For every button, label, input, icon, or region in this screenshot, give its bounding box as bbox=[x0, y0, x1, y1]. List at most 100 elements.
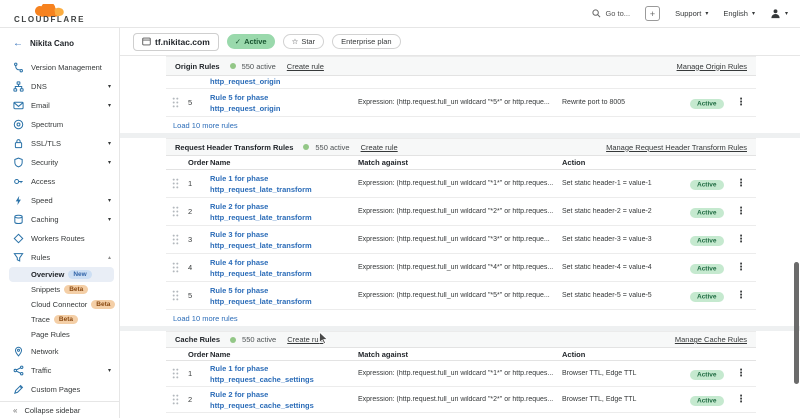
database-icon bbox=[12, 214, 24, 226]
chevron-down-icon: ▾ bbox=[108, 140, 111, 147]
drag-handle-icon[interactable] bbox=[172, 262, 188, 273]
load-more-link[interactable]: Load 10 more rules bbox=[173, 121, 238, 130]
drag-handle-icon[interactable] bbox=[172, 206, 188, 217]
sidebar-item-caching[interactable]: Caching ▾ bbox=[0, 210, 119, 229]
kebab-menu-icon[interactable]: ⋮ bbox=[736, 262, 748, 273]
sidebar-item-rules[interactable]: Rules ▾ bbox=[0, 248, 119, 267]
sidebar-item-spectrum[interactable]: Spectrum bbox=[0, 115, 119, 134]
chevron-down-icon: ▾ bbox=[752, 10, 755, 17]
sidebar-item-trace[interactable]: Trace Beta bbox=[0, 312, 119, 327]
star-icon: ☆ bbox=[292, 37, 299, 46]
column-name: Name bbox=[210, 350, 358, 359]
rule-match-expression: Expression: (http.request.full_uri wildc… bbox=[358, 236, 562, 243]
collapse-icon: « bbox=[13, 406, 17, 415]
rule-action: Browser TTL, Edge TTL bbox=[562, 396, 690, 403]
rule-match-expression: Expression: (http.request.full_uri wildc… bbox=[358, 370, 562, 377]
drag-handle-icon[interactable] bbox=[172, 234, 188, 245]
plan-label: Enterprise plan bbox=[341, 37, 391, 46]
kebab-menu-icon[interactable]: ⋮ bbox=[736, 290, 748, 301]
rule-name-link[interactable]: Rule 2 for phase http_request_cache_sett… bbox=[210, 389, 358, 411]
location-pin-icon bbox=[12, 346, 24, 358]
global-search[interactable]: Go to... bbox=[592, 9, 630, 18]
sidebar-item-ssl-tls[interactable]: SSL/TLS ▾ bbox=[0, 134, 119, 153]
section-title: Cache Rules bbox=[175, 335, 220, 344]
rule-name-link[interactable]: Rule 2 for phase http_request_late_trans… bbox=[210, 201, 358, 223]
back-arrow-icon[interactable]: ← bbox=[13, 38, 23, 49]
rule-name-link[interactable]: Rule 1 for phase http_request_cache_sett… bbox=[210, 363, 358, 385]
search-label: Go to... bbox=[605, 9, 630, 18]
rule-name-link[interactable]: Rule 4 for phase http_request_late_trans… bbox=[210, 257, 358, 279]
manage-rules-link[interactable]: Manage Origin Rules bbox=[677, 62, 747, 71]
drag-handle-icon[interactable] bbox=[172, 368, 188, 379]
load-more-link[interactable]: Load 10 more rules bbox=[173, 314, 238, 323]
kebab-menu-icon[interactable]: ⋮ bbox=[736, 368, 748, 379]
rule-name-link[interactable]: Rule 3 for phase http_request_late_trans… bbox=[210, 229, 358, 251]
section-cache-rules: Cache Rules 550 active Create rule Manag… bbox=[166, 331, 756, 416]
kebab-menu-icon[interactable]: ⋮ bbox=[736, 97, 748, 108]
zone-header: tf.nikitac.com ✓ Active ☆ Star Enterpris… bbox=[120, 28, 800, 56]
chevron-down-icon: ▾ bbox=[785, 10, 788, 17]
language-menu[interactable]: English ▾ bbox=[723, 9, 755, 18]
sidebar-item-network[interactable]: Network bbox=[0, 342, 119, 361]
table-column-headers: Order Name Match against Action bbox=[166, 156, 756, 170]
drag-handle-icon[interactable] bbox=[172, 97, 188, 108]
account-back-row[interactable]: ← Nikita Cano bbox=[0, 28, 119, 58]
add-site-button[interactable]: + bbox=[645, 6, 660, 21]
kebab-menu-icon[interactable]: ⋮ bbox=[736, 178, 748, 189]
sidebar-item-label: Custom Pages bbox=[31, 385, 80, 394]
rule-action: Set static header-2 = value-2 bbox=[562, 208, 690, 215]
sidebar-item-speed[interactable]: Speed ▾ bbox=[0, 191, 119, 210]
sidebar-item-email[interactable]: Email ▾ bbox=[0, 96, 119, 115]
sidebar-item-custom-pages[interactable]: Custom Pages bbox=[0, 380, 119, 399]
rule-order: 1 bbox=[188, 179, 210, 188]
create-rule-link[interactable]: Create rule bbox=[287, 335, 324, 344]
status-badge: Active bbox=[690, 180, 724, 190]
support-menu[interactable]: Support ▾ bbox=[675, 9, 708, 18]
sidebar-item-label: Speed bbox=[31, 196, 53, 205]
sidebar-item-access[interactable]: Access bbox=[0, 172, 119, 191]
status-badge: Active bbox=[690, 264, 724, 274]
sidebar-item-overview[interactable]: Overview New bbox=[9, 267, 114, 282]
manage-rules-link[interactable]: Manage Cache Rules bbox=[675, 335, 747, 344]
rule-name-link[interactable]: Rule 1 for phase http_request_late_trans… bbox=[210, 173, 358, 195]
table-row: 3 Rule 3 for phase http_request_late_tra… bbox=[166, 226, 756, 254]
cloudflare-logo[interactable]: CLOUDFLARE bbox=[14, 4, 85, 24]
sidebar-item-workers-routes[interactable]: Workers Routes bbox=[0, 229, 119, 248]
create-rule-link[interactable]: Create rule bbox=[361, 143, 398, 152]
status-badge: Active bbox=[690, 292, 724, 302]
rule-order: 3 bbox=[188, 235, 210, 244]
vertical-scrollbar-thumb[interactable] bbox=[794, 262, 799, 384]
collapse-sidebar-button[interactable]: « Collapse sidebar bbox=[0, 401, 119, 418]
drag-handle-icon[interactable] bbox=[172, 290, 188, 301]
zone-selector[interactable]: tf.nikitac.com bbox=[133, 33, 219, 51]
drag-handle-icon[interactable] bbox=[172, 394, 188, 405]
kebab-menu-icon[interactable]: ⋮ bbox=[736, 234, 748, 245]
kebab-menu-icon[interactable]: ⋮ bbox=[736, 394, 748, 405]
rule-name-line2: http_request_late_transform bbox=[210, 240, 358, 251]
rule-name-line2: http_request_origin bbox=[210, 103, 358, 114]
manage-rules-link[interactable]: Manage Request Header Transform Rules bbox=[606, 143, 747, 152]
sidebar-item-dns[interactable]: DNS ▾ bbox=[0, 77, 119, 96]
rule-action: Set static header-5 = value-5 bbox=[562, 292, 690, 299]
sidebar-item-snippets[interactable]: Snippets Beta bbox=[0, 282, 119, 297]
sidebar-item-page-rules[interactable]: Page Rules bbox=[0, 327, 119, 342]
rule-name-link[interactable]: http_request_origin bbox=[210, 76, 280, 88]
sidebar-item-cloud-connector[interactable]: Cloud Connector Beta bbox=[0, 297, 119, 312]
star-button[interactable]: ☆ Star bbox=[283, 34, 325, 49]
sidebar-item-version-management[interactable]: Version Management bbox=[0, 58, 119, 77]
kebab-menu-icon[interactable]: ⋮ bbox=[736, 206, 748, 217]
sidebar-item-label: Workers Routes bbox=[31, 234, 85, 243]
sidebar-item-traffic[interactable]: Traffic ▾ bbox=[0, 361, 119, 380]
sidebar-item-security[interactable]: Security ▾ bbox=[0, 153, 119, 172]
column-match: Match against bbox=[358, 350, 562, 359]
create-rule-link[interactable]: Create rule bbox=[287, 62, 324, 71]
rule-action: Rewrite port to 8005 bbox=[562, 99, 690, 106]
drag-handle-icon[interactable] bbox=[172, 178, 188, 189]
rule-name-link[interactable]: Rule 5 for phase http_request_late_trans… bbox=[210, 285, 358, 307]
sidebar-subitem-label: Overview bbox=[31, 270, 64, 279]
user-menu[interactable]: ▾ bbox=[770, 8, 788, 19]
rules-overview-content: Origin Rules 550 active Create rule Mana… bbox=[120, 56, 800, 416]
check-icon: ✓ bbox=[235, 37, 241, 46]
sidebar: ← Nikita Cano Version Management DNS ▾ E… bbox=[0, 28, 120, 418]
rule-name-link[interactable]: Rule 5 for phase http_request_origin bbox=[210, 92, 358, 114]
